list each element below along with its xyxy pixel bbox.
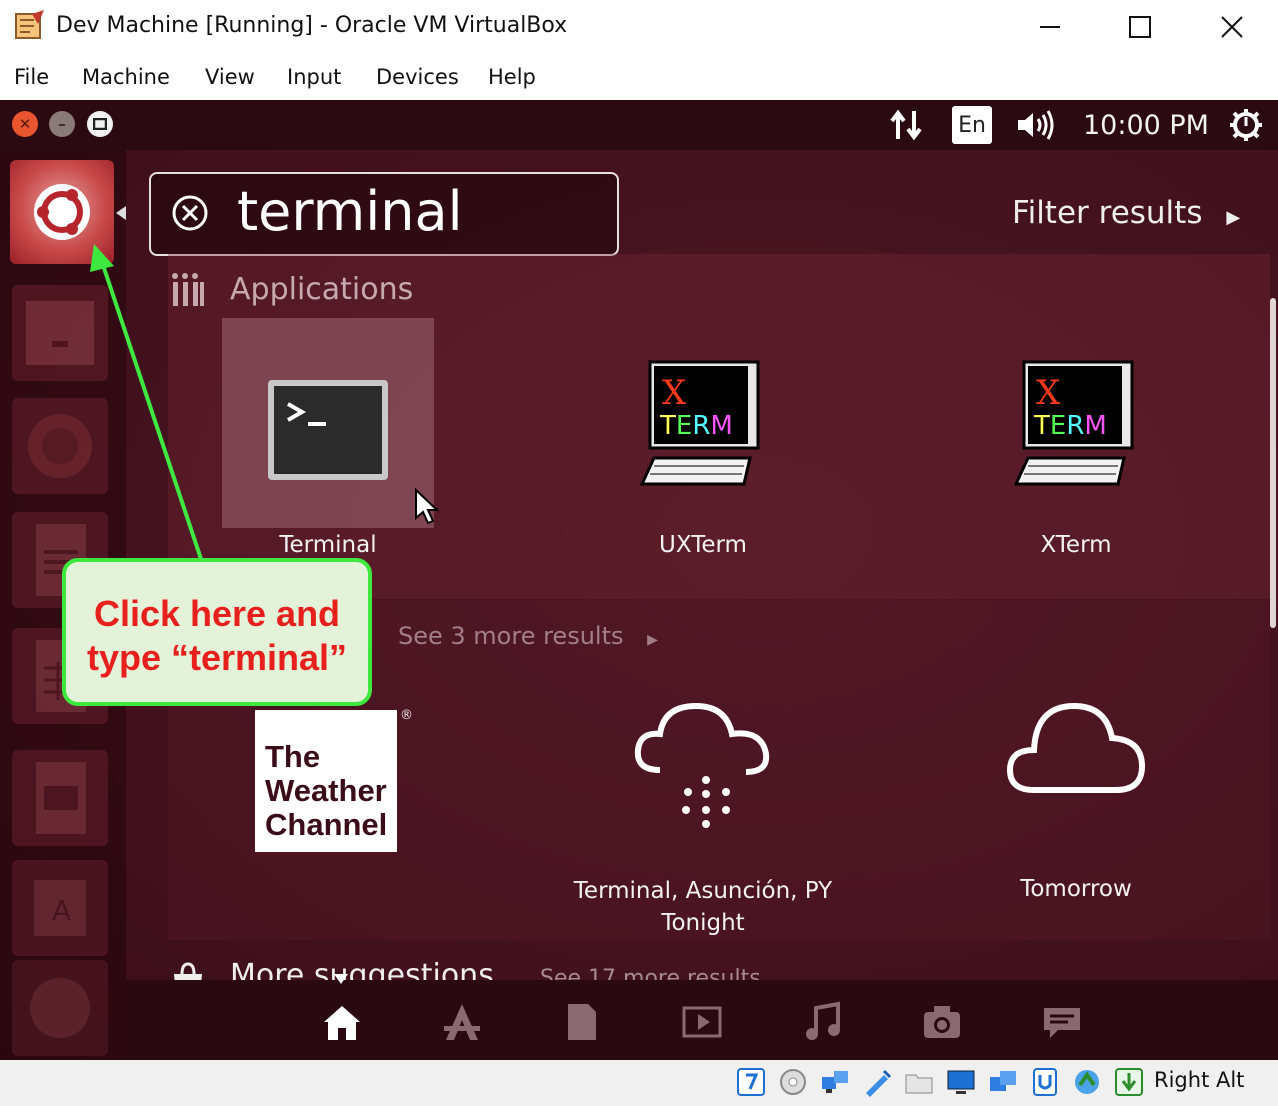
terminal-app-icon <box>268 380 388 480</box>
terminal-app-label: Terminal <box>279 532 377 558</box>
network-status-icon[interactable] <box>820 1067 850 1097</box>
launcher-pointer-icon <box>116 206 126 220</box>
weather-logo-line2: Weather <box>265 773 387 808</box>
clock[interactable]: 10:00 PM <box>1083 106 1209 144</box>
music-lens-icon[interactable] <box>800 1000 844 1044</box>
amazon-icon <box>30 978 90 1038</box>
video-lens-icon[interactable] <box>680 1000 724 1044</box>
host-key-label: Right Alt <box>1154 1068 1245 1092</box>
network-arrows-icon <box>890 109 922 141</box>
svg-text:A: A <box>52 894 71 927</box>
triangle-right-icon: ▶ <box>1226 207 1241 228</box>
cloud-icon[interactable] <box>1006 700 1146 796</box>
dash-close-button[interactable]: ✕ <box>12 111 38 137</box>
close-icon: ✕ <box>18 115 32 133</box>
shopping-bag-icon <box>174 962 202 980</box>
minimize-icon <box>1040 26 1060 28</box>
uxterm-app-label[interactable]: UXTerm <box>553 532 853 558</box>
svg-text:X: X <box>1036 373 1061 413</box>
close-button[interactable] <box>1207 8 1257 46</box>
filter-results-label: Filter results <box>1012 195 1203 231</box>
xterm-app-label[interactable]: XTerm <box>926 532 1226 558</box>
display-status-icon[interactable] <box>946 1067 976 1097</box>
launcher-impress[interactable] <box>12 750 108 846</box>
home-lens-icon[interactable] <box>320 1000 364 1044</box>
dash-minimize-button[interactable]: – <box>49 111 75 137</box>
weather-logo-line3: Channel <box>265 807 388 842</box>
software-center-icon: A <box>34 880 86 936</box>
hard-disk-status-icon[interactable] <box>736 1067 766 1097</box>
minimize-icon: – <box>58 115 66 133</box>
window-title: Dev Machine [Running] - Oracle VM Virtua… <box>56 13 568 38</box>
xterm-app-icon[interactable]: X TERM <box>1014 360 1138 488</box>
launcher-amazon[interactable] <box>12 960 108 1056</box>
menubar: File Machine View Input Devices Help <box>0 54 1278 100</box>
close-icon <box>1221 16 1243 38</box>
maximize-button[interactable] <box>1115 8 1165 46</box>
mouse-cursor-icon <box>415 488 440 525</box>
volume-icon <box>1018 110 1054 140</box>
clear-search-icon[interactable] <box>171 194 209 232</box>
social-lens-icon[interactable] <box>1040 1000 1084 1044</box>
more-suggestions-title: More suggestions <box>230 958 494 980</box>
apps-lens-icon[interactable] <box>440 1000 484 1044</box>
callout-line1: Click here and <box>93 593 341 634</box>
instruction-callout: Click here and type “terminal” <box>62 558 372 706</box>
svg-text:TERM: TERM <box>1033 411 1107 441</box>
filter-results-button[interactable]: Filter results ▶ <box>1012 195 1240 231</box>
active-lens-indicator-icon <box>334 974 348 984</box>
keyboard-capture-status-icon[interactable] <box>1114 1067 1144 1097</box>
video-capture-status-icon[interactable] <box>988 1067 1018 1097</box>
launcher-software-center[interactable]: A <box>12 860 108 956</box>
callout-arrow <box>90 244 204 563</box>
presentation-icon <box>36 762 86 834</box>
virtualbox-app-icon <box>15 10 44 39</box>
weather-tomorrow-label[interactable]: Tomorrow <box>926 876 1226 902</box>
dash-maximize-button[interactable] <box>87 111 113 137</box>
power-gear-icon <box>1230 109 1262 141</box>
weather-channel-logo[interactable]: The Weather Channel <box>255 710 397 852</box>
cpu-status-icon[interactable] <box>1030 1067 1060 1097</box>
menu-input[interactable]: Input <box>287 65 341 89</box>
menu-file[interactable]: File <box>14 65 49 89</box>
shared-folders-status-icon[interactable] <box>904 1067 934 1097</box>
weather-tonight-label[interactable]: Terminal, Asunción, PY Tonight <box>553 875 853 939</box>
weather-tonight-line2: Tonight <box>661 910 745 936</box>
weather-tonight-line1: Terminal, Asunción, PY <box>573 878 833 904</box>
usb-status-icon[interactable] <box>862 1067 892 1097</box>
results-scrollbar[interactable] <box>1270 298 1276 628</box>
optical-drive-status-icon[interactable] <box>778 1067 808 1097</box>
session-menu[interactable] <box>1228 106 1264 144</box>
menu-devices[interactable]: Devices <box>376 65 459 89</box>
more-suggestions-row: More suggestions See 17 more results <box>168 950 1268 980</box>
maximize-icon <box>93 118 107 130</box>
language-indicator[interactable]: En <box>952 106 992 144</box>
callout-line2: type “terminal” <box>86 637 348 678</box>
search-input[interactable]: terminal <box>237 180 463 243</box>
maximize-icon <box>1129 16 1151 38</box>
menu-view[interactable]: View <box>205 65 255 89</box>
volume-indicator[interactable] <box>1016 106 1058 144</box>
terminal-app-tile[interactable] <box>222 318 434 528</box>
network-indicator[interactable] <box>888 106 926 144</box>
menu-help[interactable]: Help <box>488 65 536 89</box>
svg-text:TERM: TERM <box>659 411 733 441</box>
minimize-button[interactable] <box>1025 8 1075 46</box>
photo-lens-icon[interactable] <box>920 1000 964 1044</box>
more-suggestions-link[interactable]: See 17 more results <box>540 966 761 980</box>
weather-logo-line1: The <box>265 739 321 774</box>
files-lens-icon[interactable] <box>560 1000 604 1044</box>
svg-text:X: X <box>662 373 687 413</box>
mouse-integration-status-icon[interactable] <box>1072 1067 1102 1097</box>
window-titlebar: Dev Machine [Running] - Oracle VM Virtua… <box>0 0 1278 54</box>
uxterm-app-icon[interactable]: X TERM <box>640 360 764 488</box>
snow-cloud-icon[interactable] <box>630 700 774 830</box>
ubuntu-top-panel: ✕ – En 10:00 PM <box>0 100 1278 150</box>
registered-mark: ® <box>400 708 413 723</box>
menu-machine[interactable]: Machine <box>82 65 170 89</box>
